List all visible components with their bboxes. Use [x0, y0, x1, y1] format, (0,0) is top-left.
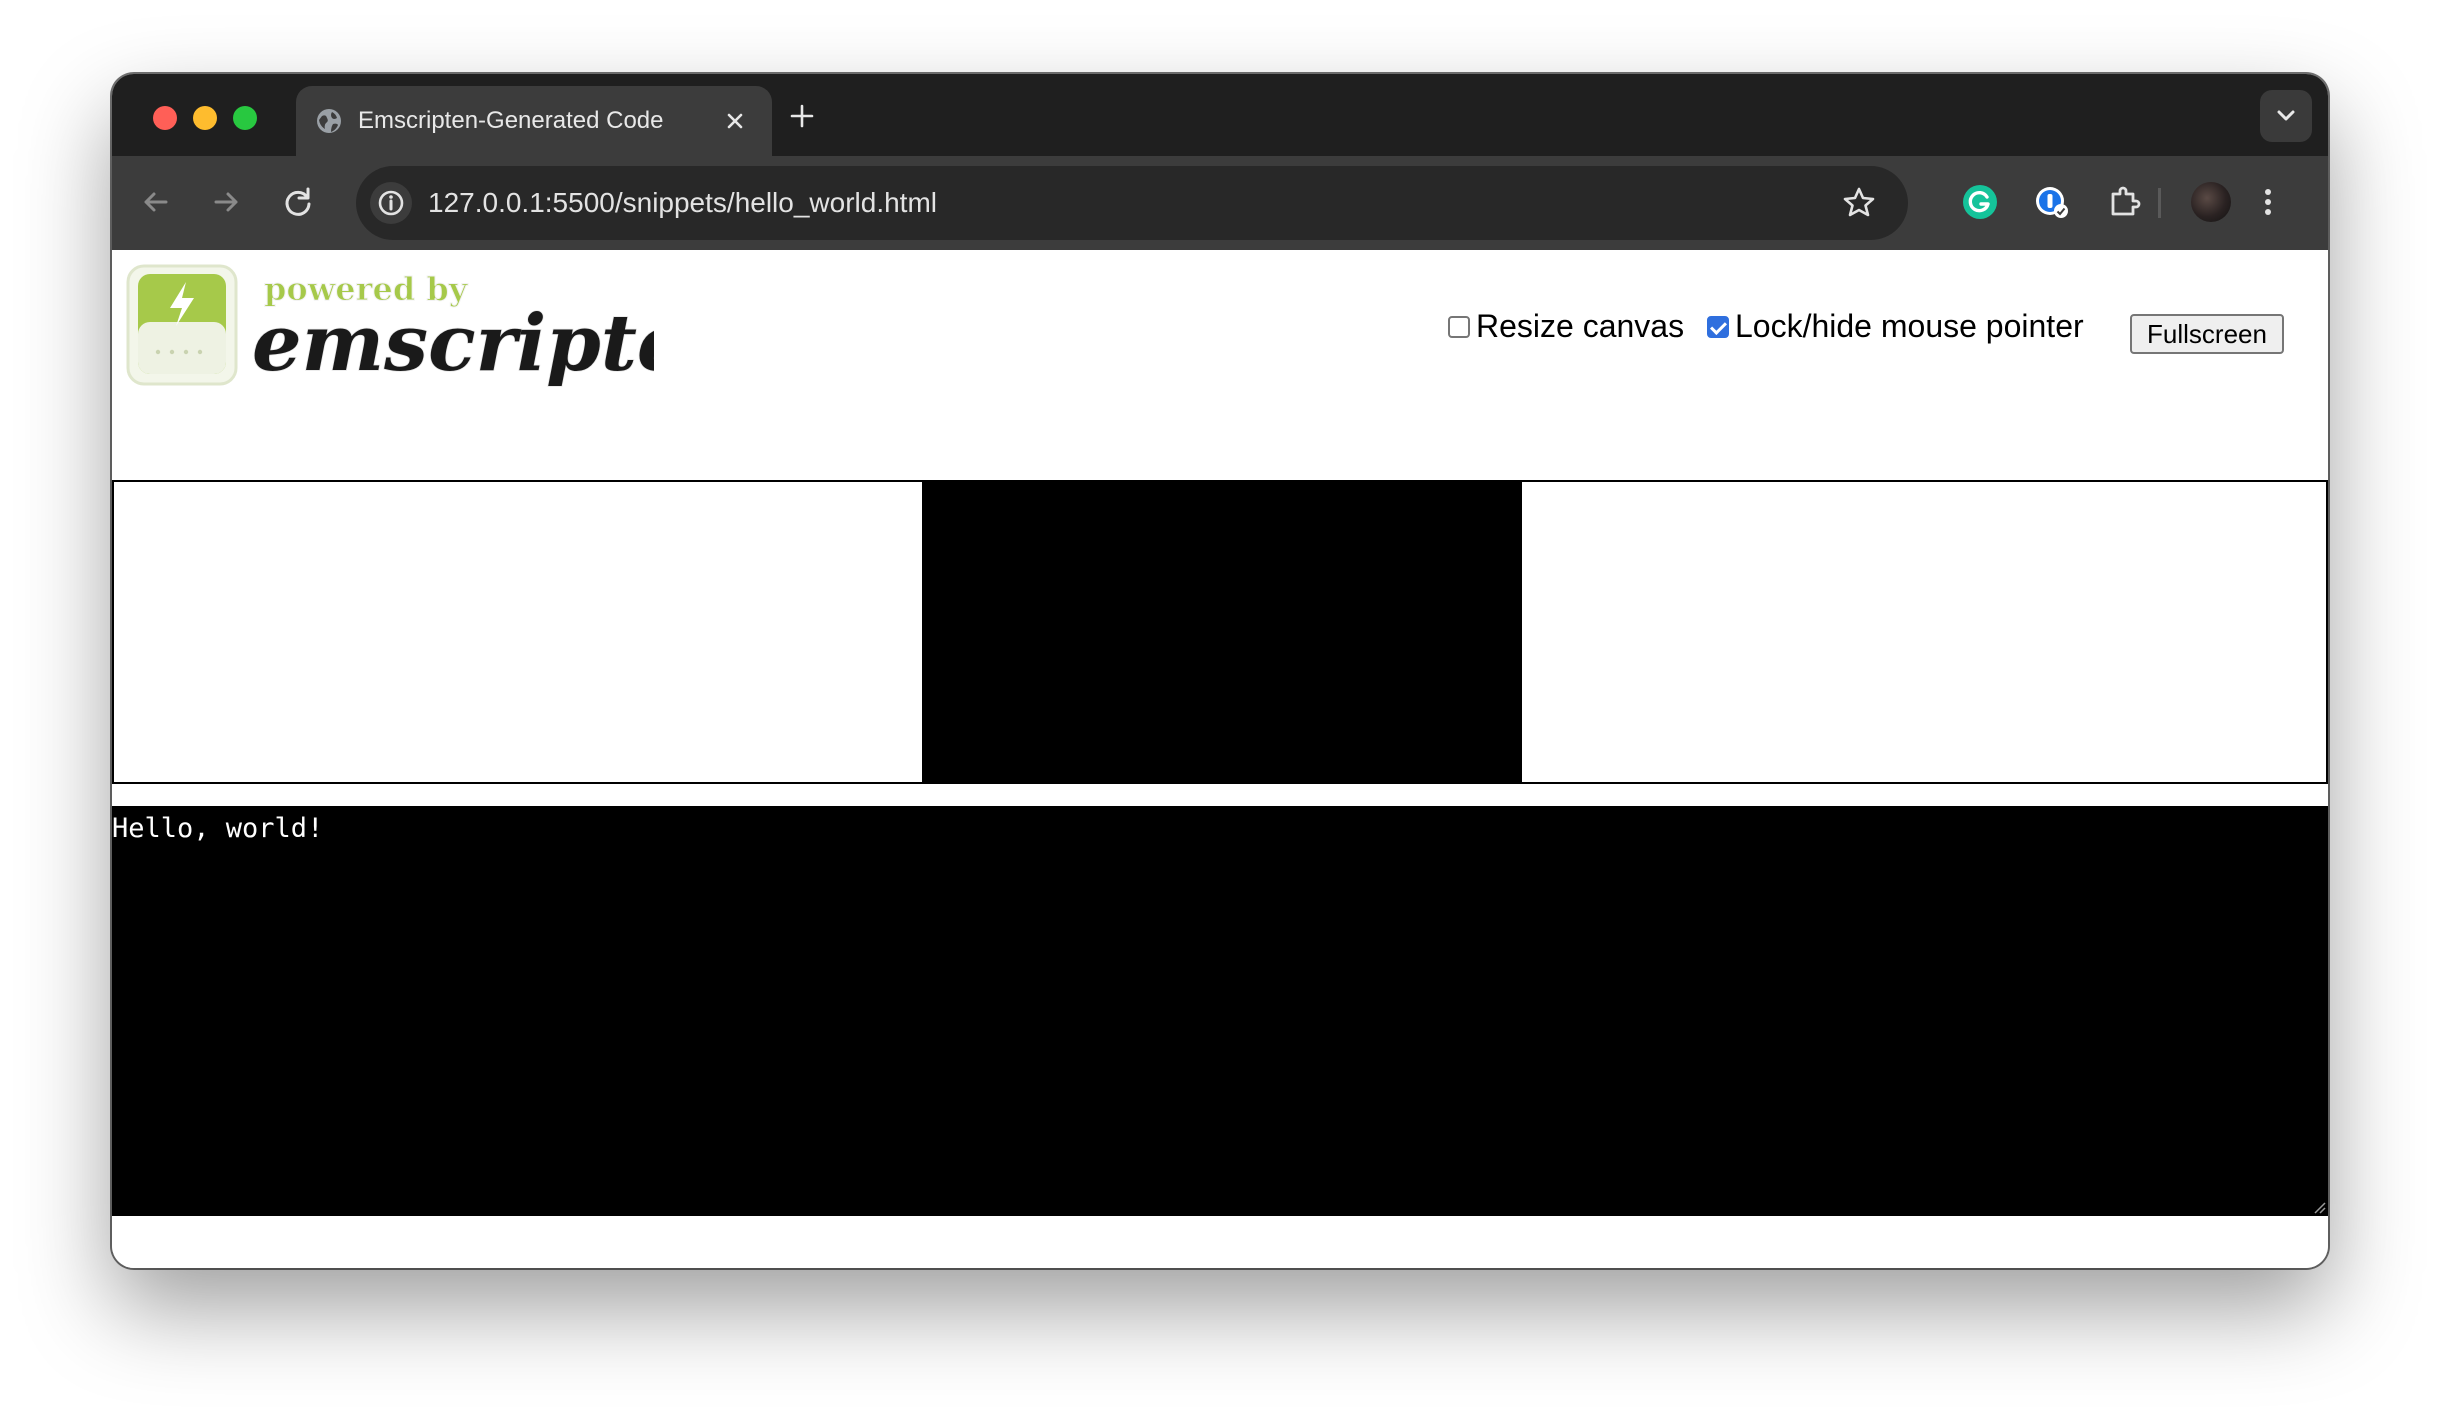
minimize-window-button[interactable] — [193, 106, 217, 130]
password-manager-extension-icon[interactable] — [2030, 180, 2074, 224]
toolbar-separator — [2158, 188, 2161, 218]
resize-canvas-label: Resize canvas — [1476, 308, 1685, 344]
canvas-render-surface — [922, 482, 1522, 782]
new-tab-plus-icon[interactable] — [784, 98, 820, 134]
logo-wordmark: emscripten — [252, 298, 654, 389]
fullscreen-button[interactable]: Fullscreen — [2130, 314, 2284, 354]
address-bar[interactable]: 127.0.0.1:5500/snippets/hello_world.html — [356, 166, 1908, 240]
resize-canvas-checkbox[interactable] — [1448, 316, 1470, 338]
active-tab[interactable]: Emscripten-Generated Code — [296, 86, 772, 156]
extensions-puzzle-icon[interactable] — [2102, 180, 2146, 224]
browser-window: Emscripten-Generated Code 127.0.0.1:5500… — [112, 74, 2328, 1268]
back-arrow-icon[interactable] — [134, 180, 178, 224]
chevron-down-icon — [2277, 110, 2295, 121]
page-content: powered by emscripten Resize canvas Lock… — [112, 250, 2328, 1268]
globe-icon — [317, 109, 341, 133]
reload-icon[interactable] — [276, 180, 320, 224]
lock-pointer-label: Lock/hide mouse pointer — [1734, 308, 2084, 344]
profile-avatar[interactable] — [2191, 182, 2231, 222]
tab-title: Emscripten-Generated Code — [358, 107, 664, 134]
zoom-window-button[interactable] — [233, 106, 257, 130]
bookmark-star-icon[interactable] — [1840, 184, 1878, 222]
close-tab-icon[interactable] — [718, 104, 752, 138]
tab-strip: Emscripten-Generated Code — [112, 74, 2328, 156]
canvas-controls: Resize canvas Lock/hide mouse pointer — [1448, 306, 2084, 346]
more-menu-icon[interactable] — [2246, 180, 2290, 224]
emscripten-canvas[interactable] — [112, 480, 2328, 784]
console-output[interactable]: Hello, world! — [112, 806, 2328, 1216]
site-info-button[interactable] — [370, 182, 412, 224]
emscripten-logo: powered by emscripten — [126, 264, 654, 390]
forward-arrow-icon[interactable] — [204, 180, 248, 224]
desktop-backdrop: Emscripten-Generated Code 127.0.0.1:5500… — [0, 0, 2440, 1416]
resize-grip-icon[interactable] — [2310, 1198, 2326, 1214]
url-text: 127.0.0.1:5500/snippets/hello_world.html — [428, 187, 938, 218]
output-text: Hello, world! — [112, 813, 324, 844]
lock-pointer-checkbox[interactable] — [1706, 316, 1729, 338]
grammarly-extension-icon[interactable] — [1958, 180, 2002, 224]
close-window-button[interactable] — [153, 106, 177, 130]
browser-toolbar: 127.0.0.1:5500/snippets/hello_world.html — [112, 156, 2328, 250]
tab-search-button[interactable] — [2260, 90, 2312, 142]
info-icon — [378, 190, 404, 216]
